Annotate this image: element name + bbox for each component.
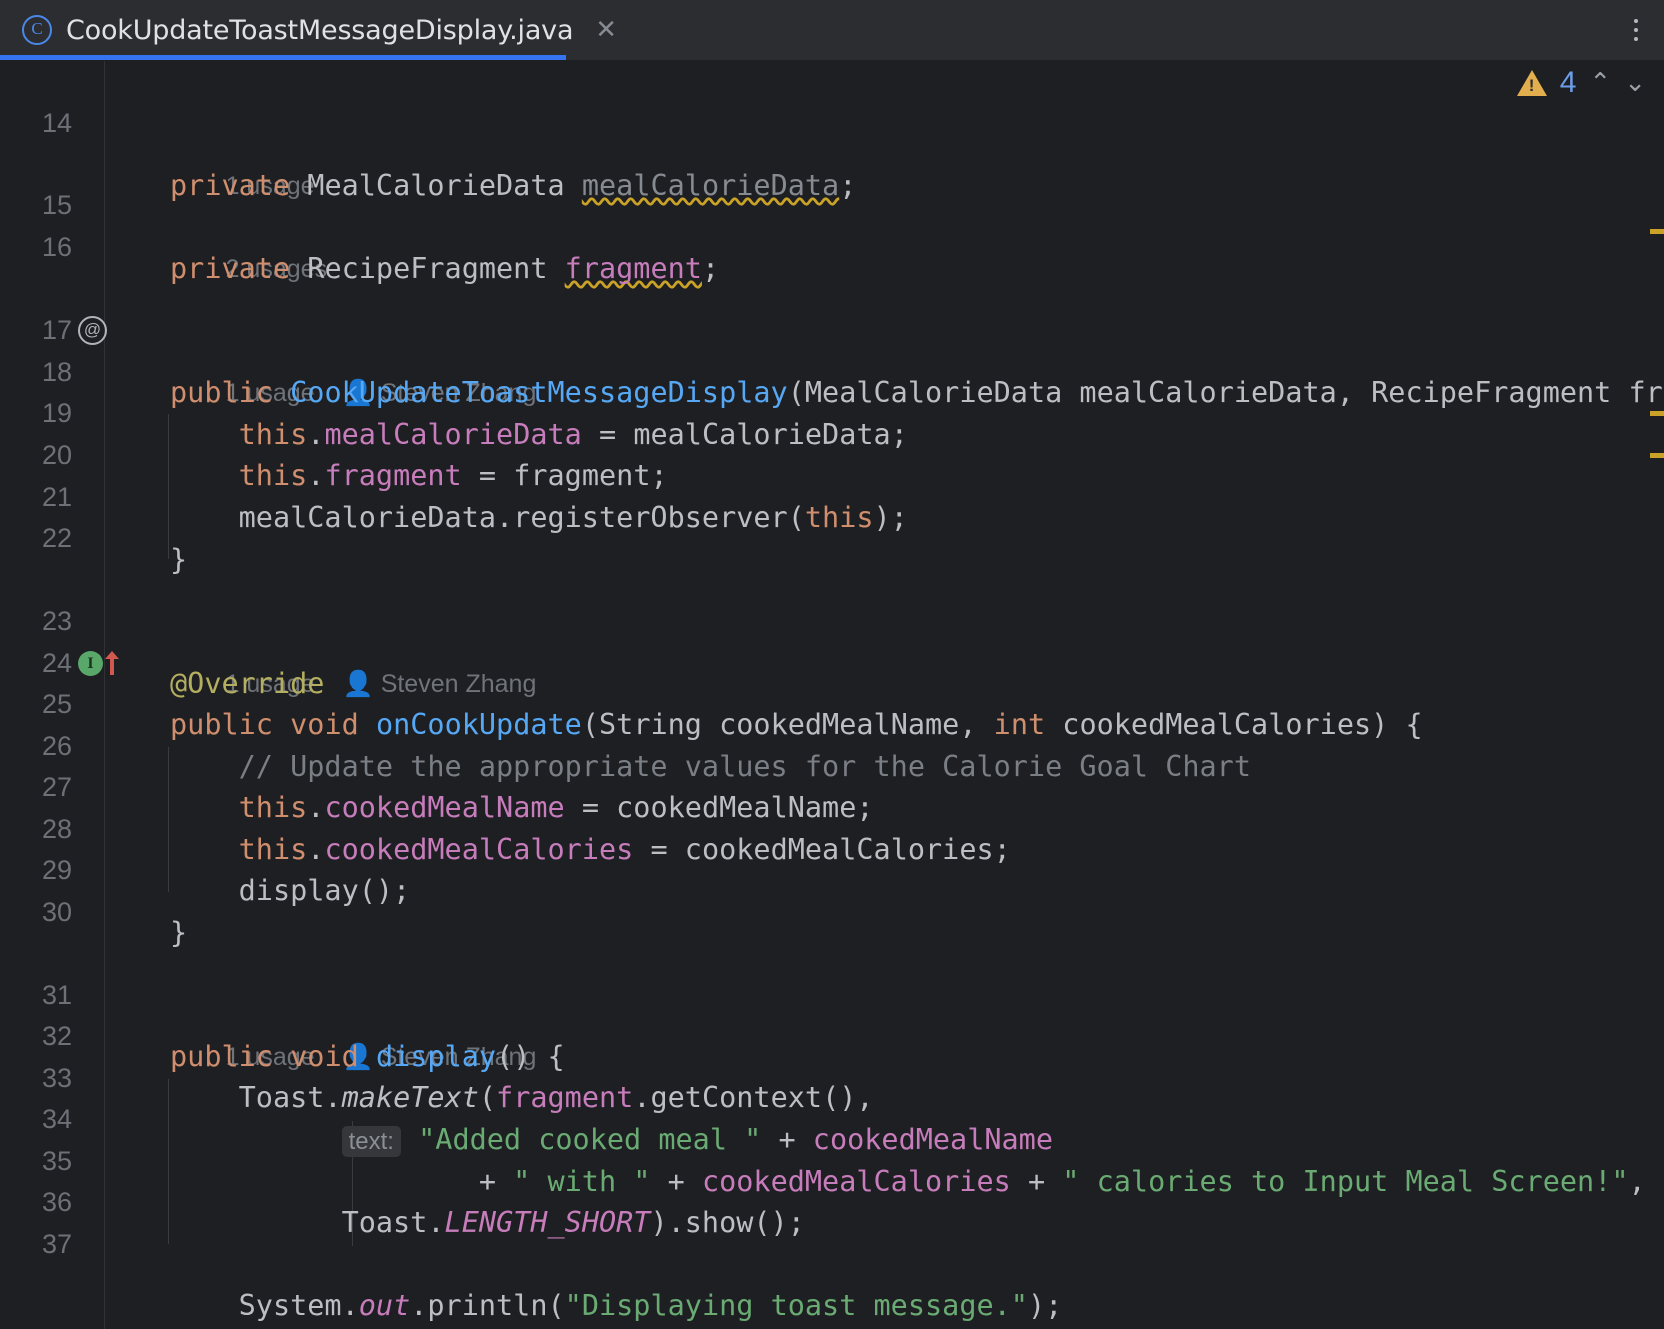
code-line-14[interactable]: private MealCalorieData mealCalorieData; xyxy=(170,165,856,207)
code-line-35[interactable]: Toast.LENGTH_SHORT).show(); xyxy=(170,1202,805,1244)
indent-guide xyxy=(168,414,169,559)
code-line-25[interactable]: // Update the appropriate values for the… xyxy=(170,746,1251,788)
indent-guide xyxy=(168,747,169,892)
error-stripe[interactable] xyxy=(1650,229,1664,234)
line-number: 37 xyxy=(41,1229,72,1259)
line-number: 24 xyxy=(41,648,72,678)
code-line-37[interactable]: System.out.println("Displaying toast mes… xyxy=(170,1285,1063,1327)
warning-triangle-icon xyxy=(1516,70,1547,96)
author-name: Steven Zhang xyxy=(380,669,537,698)
line-number: 20 xyxy=(41,440,72,470)
line-number: 33 xyxy=(41,1063,72,1093)
line-number: 21 xyxy=(41,482,72,512)
code-line-27[interactable]: this.cookedMealCalories = cookedMealCalo… xyxy=(170,829,1011,871)
editor-gutter[interactable]: 14 15 16 17 18 19 20 21 22 23 24 25 26 2… xyxy=(0,61,119,1329)
next-problem-icon[interactable]: ⌄ xyxy=(1624,68,1646,98)
code-line-32[interactable]: Toast.makeText(fragment.getContext(), xyxy=(170,1077,874,1119)
line-number: 19 xyxy=(41,398,72,428)
line-number: 34 xyxy=(41,1104,72,1134)
code-line-31[interactable]: public void display() { xyxy=(170,1036,565,1078)
line-number: 28 xyxy=(41,814,72,844)
line-number: 22 xyxy=(41,523,72,553)
line-number: 30 xyxy=(41,897,72,927)
warning-count: 4 xyxy=(1559,66,1577,99)
error-stripe[interactable] xyxy=(1650,411,1664,416)
line-number: 35 xyxy=(41,1146,72,1176)
code-line-23[interactable]: @Override xyxy=(170,663,324,705)
code-line-29[interactable]: } xyxy=(170,912,187,954)
indent-guide xyxy=(168,1079,169,1244)
previous-problem-icon[interactable]: ⌃ xyxy=(1589,68,1611,98)
more-options-icon[interactable] xyxy=(1624,8,1648,52)
code-line-24[interactable]: public void onCookUpdate(String cookedMe… xyxy=(170,704,1423,746)
code-line-28[interactable]: display(); xyxy=(170,870,411,912)
editor-tab-cookupdatetoastmessagedisplay[interactable]: C CookUpdateToastMessageDisplay.java ✕ xyxy=(0,0,636,60)
close-icon[interactable]: ✕ xyxy=(595,17,617,43)
code-line-34[interactable]: + " with " + cookedMealCalories + " calo… xyxy=(170,1161,1646,1203)
author-icon: 👤 xyxy=(342,669,374,698)
line-number: 23 xyxy=(41,606,72,636)
line-number: 14 xyxy=(41,108,72,138)
java-class-icon: C xyxy=(22,15,52,45)
code-line-19[interactable]: this.fragment = fragment; xyxy=(170,455,668,497)
code-line-15[interactable]: private RecipeFragment fragment; xyxy=(170,248,719,290)
code-line-18[interactable]: this.mealCalorieData = mealCalorieData; xyxy=(170,414,908,456)
code-line-33[interactable]: text: "Added cooked meal " + cookedMealN… xyxy=(170,1119,1053,1161)
code-line-21[interactable]: } xyxy=(170,539,187,581)
line-number: 26 xyxy=(41,731,72,761)
line-number: 18 xyxy=(41,357,72,387)
active-tab-indicator xyxy=(0,55,566,60)
line-number: 29 xyxy=(41,855,72,885)
line-number: 31 xyxy=(41,980,72,1010)
line-number: 25 xyxy=(41,689,72,719)
code-content[interactable]: 1 usage 2 usages 1 usage 👤 Steven Zhang 1 … xyxy=(104,61,1664,1329)
tab-title: CookUpdateToastMessageDisplay.java xyxy=(66,14,574,46)
line-number: 17 xyxy=(41,315,72,345)
editor-tab-bar: C CookUpdateToastMessageDisplay.java ✕ xyxy=(0,0,1664,61)
code-editor[interactable]: 14 15 16 17 18 19 20 21 22 23 24 25 26 2… xyxy=(0,61,1664,1329)
line-number: 32 xyxy=(41,1021,72,1051)
annotation-at-icon[interactable]: @ xyxy=(78,310,107,352)
line-number: 16 xyxy=(41,232,72,262)
code-line-17[interactable]: public CookUpdateToastMessageDisplay(Mea… xyxy=(170,372,1664,414)
line-number: 27 xyxy=(41,772,72,802)
error-stripe[interactable] xyxy=(1650,453,1664,458)
code-line-20[interactable]: mealCalorieData.registerObserver(this); xyxy=(170,497,908,539)
inspection-widget[interactable]: 4 ⌃ ⌄ xyxy=(1516,66,1646,100)
ide-window: C CookUpdateToastMessageDisplay.java ✕ 4… xyxy=(0,0,1664,1329)
line-number: 36 xyxy=(41,1187,72,1217)
parameter-name-hint[interactable]: text: xyxy=(341,1126,401,1157)
line-number: 15 xyxy=(41,190,72,220)
code-line-26[interactable]: this.cookedMealName = cookedMealName; xyxy=(170,787,874,829)
